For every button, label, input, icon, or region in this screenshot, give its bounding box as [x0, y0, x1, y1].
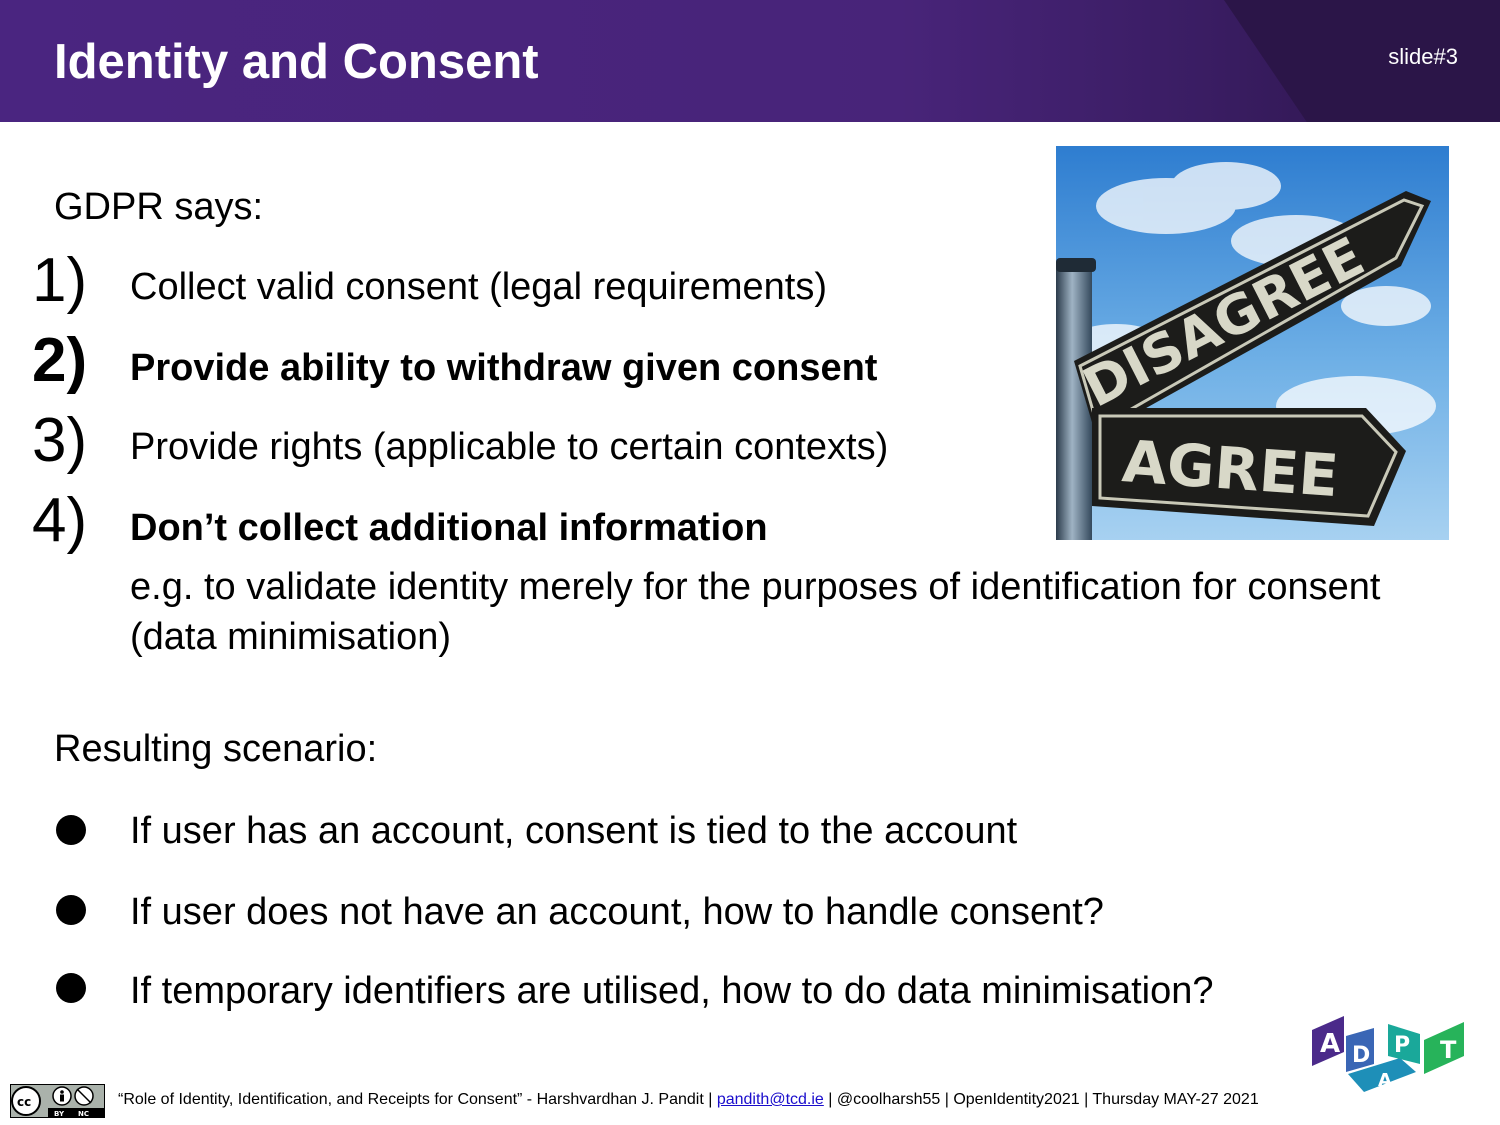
requirement-number-4: 4) [32, 486, 88, 555]
requirement-text-3: Provide rights (applicable to certain co… [130, 426, 889, 468]
requirement-number-1: 1) [32, 246, 88, 315]
resulting-scenario-heading: Resulting scenario: [54, 728, 378, 770]
agree-disagree-signpost-image: DISAGREE AGREE [1056, 146, 1449, 540]
slide-title: Identity and Consent [54, 35, 539, 89]
scenario-item-3: If temporary identifiers are utilised, h… [130, 970, 1214, 1012]
bullet-icon [56, 815, 86, 845]
requirement-text-1: Collect valid consent (legal requirement… [130, 266, 827, 308]
cc-by-nc-license-icon[interactable]: cc BY NC [10, 1084, 105, 1118]
nc-icon-text: NC [78, 1110, 89, 1118]
logo-letter-p: P [1394, 1033, 1410, 1058]
footer-email-link[interactable]: pandith@tcd.ie [717, 1091, 824, 1108]
bullet-icon [56, 973, 86, 1003]
requirement-text-4: Don’t collect additional information [130, 507, 768, 549]
logo-letter-d: D [1352, 1043, 1370, 1068]
footer-citation: “Role of Identity, Identification, and R… [118, 1091, 1259, 1109]
requirement-4-detail: e.g. to validate identity merely for the… [130, 566, 1381, 658]
logo-letter-a1: A [1320, 1029, 1340, 1059]
adapt-logo: A D A P T [1308, 1000, 1468, 1095]
bullet-icon [56, 895, 86, 925]
footer-suffix: | @coolharsh55 | OpenIdentity2021 | Thur… [823, 1091, 1259, 1108]
gdpr-intro: GDPR says: [54, 186, 264, 228]
requirement-number-2: 2) [32, 326, 88, 395]
requirement-number-3: 3) [32, 406, 88, 475]
footer-prefix: “Role of Identity, Identification, and R… [118, 1091, 717, 1108]
scenario-item-1: If user has an account, consent is tied … [130, 810, 1018, 852]
requirement-text-2: Provide ability to withdraw given consen… [130, 347, 878, 389]
title-bar: Identity and Consent slide#3 [0, 0, 1500, 122]
logo-letter-t: T [1440, 1036, 1457, 1064]
by-icon-text: BY [54, 1110, 65, 1118]
slide-number: slide#3 [1388, 44, 1458, 69]
logo-letter-a2: A [1378, 1070, 1392, 1091]
cc-icon-text: cc [17, 1095, 31, 1109]
scenario-item-2: If user does not have an account, how to… [130, 891, 1104, 933]
